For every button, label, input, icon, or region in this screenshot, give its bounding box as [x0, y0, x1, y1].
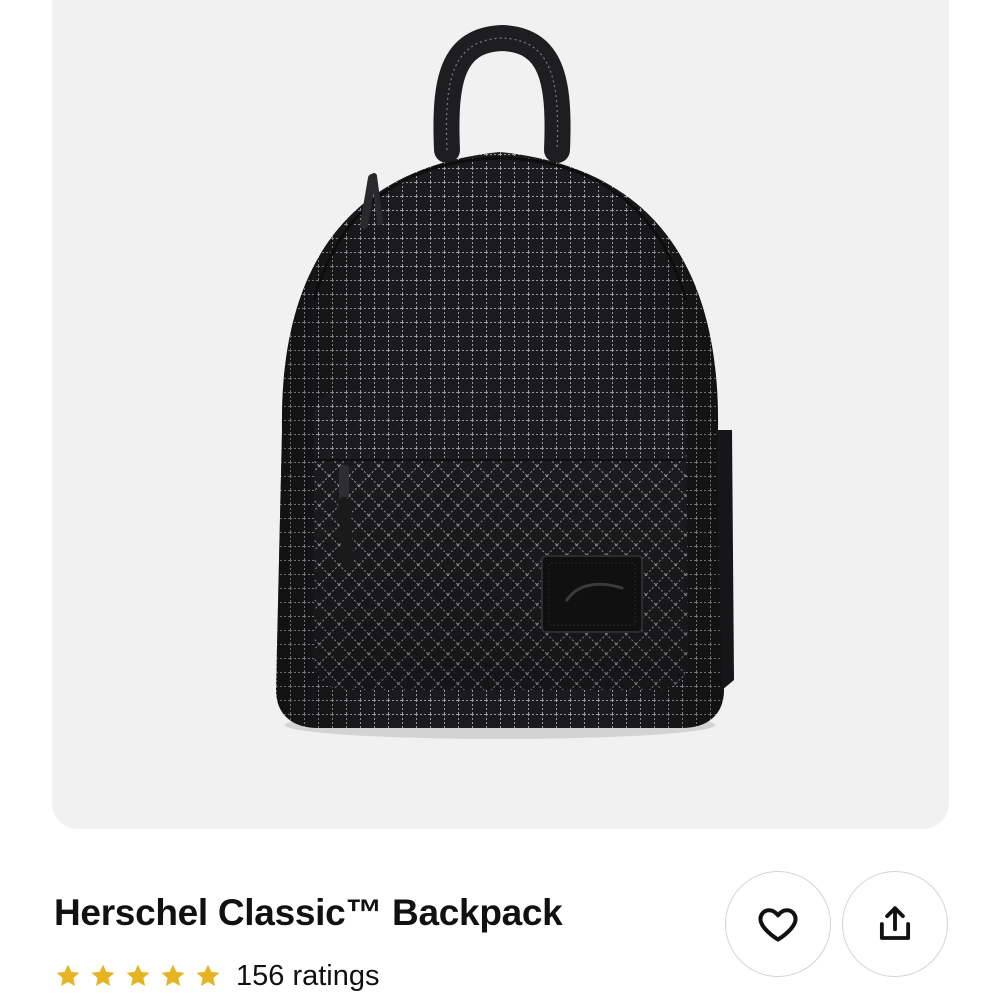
share-icon	[879, 906, 911, 940]
rating-row[interactable]: 156 ratings	[54, 956, 380, 996]
save-button[interactable]	[725, 871, 831, 977]
product-image[interactable]	[52, 0, 949, 829]
product-title: Herschel Classic™ Backpack	[54, 892, 563, 933]
rating-count[interactable]: 156 ratings	[236, 960, 380, 993]
product-image-card[interactable]	[52, 0, 949, 829]
product-page: Herschel Classic™ Backpack 156 ratings	[0, 0, 1000, 1000]
star-icon	[161, 964, 185, 987]
star-icon	[196, 964, 220, 987]
share-button[interactable]	[842, 871, 948, 977]
star-icon	[91, 964, 115, 987]
star-rating	[54, 962, 222, 990]
star-icon	[126, 964, 150, 987]
heart-icon	[758, 908, 798, 942]
star-icon	[56, 964, 80, 987]
